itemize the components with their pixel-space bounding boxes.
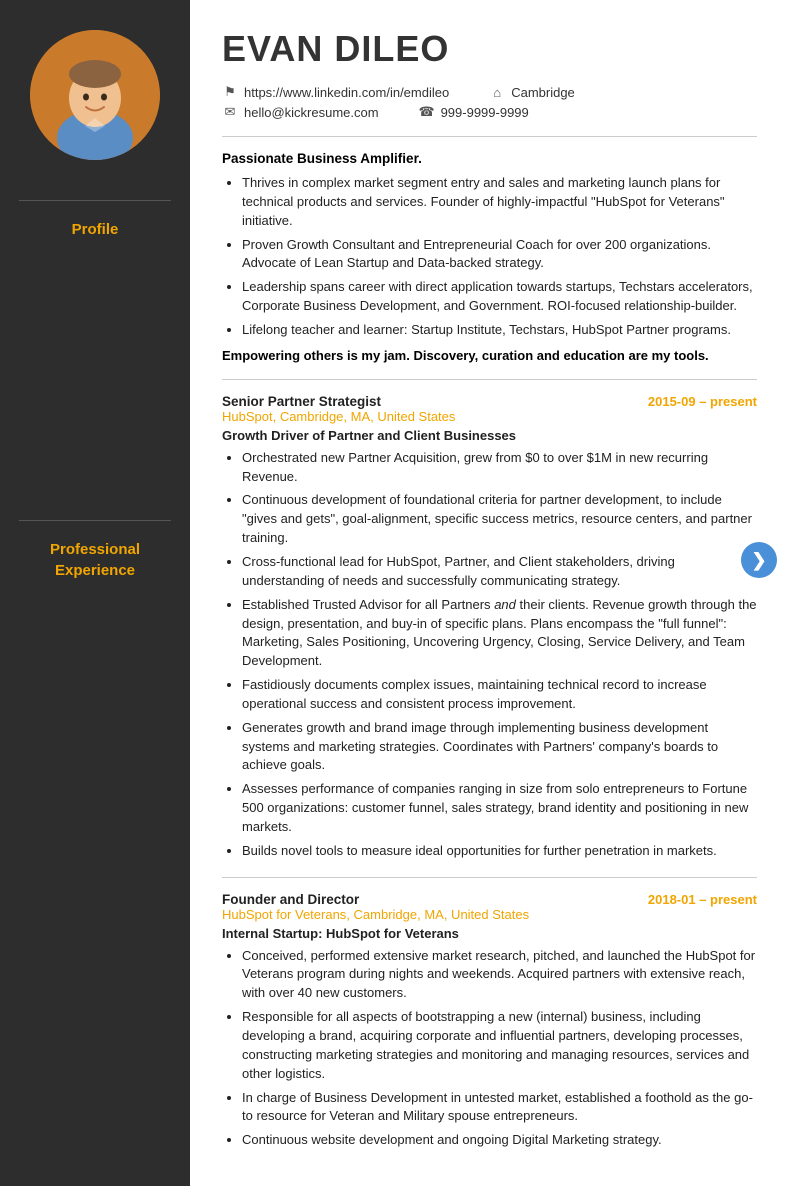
list-item: Fastidiously documents complex issues, m… [242, 676, 757, 714]
list-item: Orchestrated new Partner Acquisition, gr… [242, 449, 757, 487]
phone-text: 999-9999-9999 [441, 105, 529, 120]
experience-item-1: Senior Partner Strategist 2015-09 – pres… [222, 394, 757, 861]
list-item: Responsible for all aspects of bootstrap… [242, 1008, 757, 1083]
list-item: In charge of Business Development in unt… [242, 1089, 757, 1127]
list-item: Conceived, performed extensive market re… [242, 947, 757, 1004]
experience-item-2: Founder and Director 2018-01 – present H… [222, 892, 757, 1150]
exp-header-1: Senior Partner Strategist 2015-09 – pres… [222, 394, 757, 409]
job-title-1: Senior Partner Strategist [222, 394, 381, 409]
section-divider-1 [222, 379, 757, 380]
list-item: Continuous website development and ongoi… [242, 1131, 757, 1150]
main-content: EVAN DILEO ⚑ https://www.linkedin.com/in… [190, 0, 789, 1186]
location-icon: ⌂ [489, 84, 505, 100]
job-company-1: HubSpot, Cambridge, MA, United States [222, 409, 757, 424]
contact-row-2: ✉ hello@kickresume.com ☎ 999-9999-9999 [222, 104, 757, 120]
profile-section: Passionate Business Amplifier. Thrives i… [222, 151, 757, 363]
list-item: Lifelong teacher and learner: Startup In… [242, 321, 757, 340]
contact-row-1: ⚑ https://www.linkedin.com/in/emdileo ⌂ … [222, 84, 757, 100]
profile-bullets: Thrives in complex market segment entry … [222, 174, 757, 340]
list-item: Leadership spans career with direct appl… [242, 278, 757, 316]
job-subtitle-2: Internal Startup: HubSpot for Veterans [222, 926, 757, 941]
list-item: Generates growth and brand image through… [242, 719, 757, 776]
contact-location: ⌂ Cambridge [489, 84, 575, 100]
job-company-2: HubSpot for Veterans, Cambridge, MA, Uni… [222, 907, 757, 922]
section-divider-2 [222, 877, 757, 878]
linkedin-url: https://www.linkedin.com/in/emdileo [244, 85, 449, 100]
job-dates-1: 2015-09 – present [648, 394, 757, 409]
list-item: Cross-functional lead for HubSpot, Partn… [242, 553, 757, 591]
exp-header-2: Founder and Director 2018-01 – present [222, 892, 757, 907]
list-item: Continuous development of foundational c… [242, 491, 757, 548]
contact-linkedin: ⚑ https://www.linkedin.com/in/emdileo [222, 84, 449, 100]
header-divider [222, 136, 757, 137]
list-item: Established Trusted Advisor for all Part… [242, 596, 757, 671]
sidebar: Profile Professional Experience [0, 0, 190, 1186]
sidebar-experience-label: Professional Experience [40, 539, 150, 581]
profile-closing: Empowering others is my jam. Discovery, … [222, 348, 757, 363]
job-title-2: Founder and Director [222, 892, 359, 907]
location-text: Cambridge [511, 85, 575, 100]
list-item: Assesses performance of companies rangin… [242, 780, 757, 837]
scroll-next-button[interactable]: ❯ [741, 542, 777, 578]
list-item: Thrives in complex market segment entry … [242, 174, 757, 231]
list-item: Builds novel tools to measure ideal oppo… [242, 842, 757, 861]
contact-phone: ☎ 999-9999-9999 [419, 104, 529, 120]
sidebar-divider-profile [19, 200, 171, 201]
sidebar-profile-label: Profile [62, 219, 129, 240]
list-item: Proven Growth Consultant and Entrepreneu… [242, 236, 757, 274]
linkedin-icon: ⚑ [222, 84, 238, 100]
job-subtitle-1: Growth Driver of Partner and Client Busi… [222, 428, 757, 443]
email-icon: ✉ [222, 104, 238, 120]
scroll-arrow-icon: ❯ [751, 551, 766, 569]
phone-icon: ☎ [419, 104, 435, 120]
job-dates-2: 2018-01 – present [648, 892, 757, 907]
candidate-name: EVAN DILEO [222, 28, 757, 70]
sidebar-divider-exp [19, 520, 171, 521]
profile-tagline: Passionate Business Amplifier. [222, 151, 757, 166]
contact-email: ✉ hello@kickresume.com [222, 104, 379, 120]
avatar [30, 30, 160, 160]
email-text: hello@kickresume.com [244, 105, 379, 120]
job-bullets-1: Orchestrated new Partner Acquisition, gr… [222, 449, 757, 861]
